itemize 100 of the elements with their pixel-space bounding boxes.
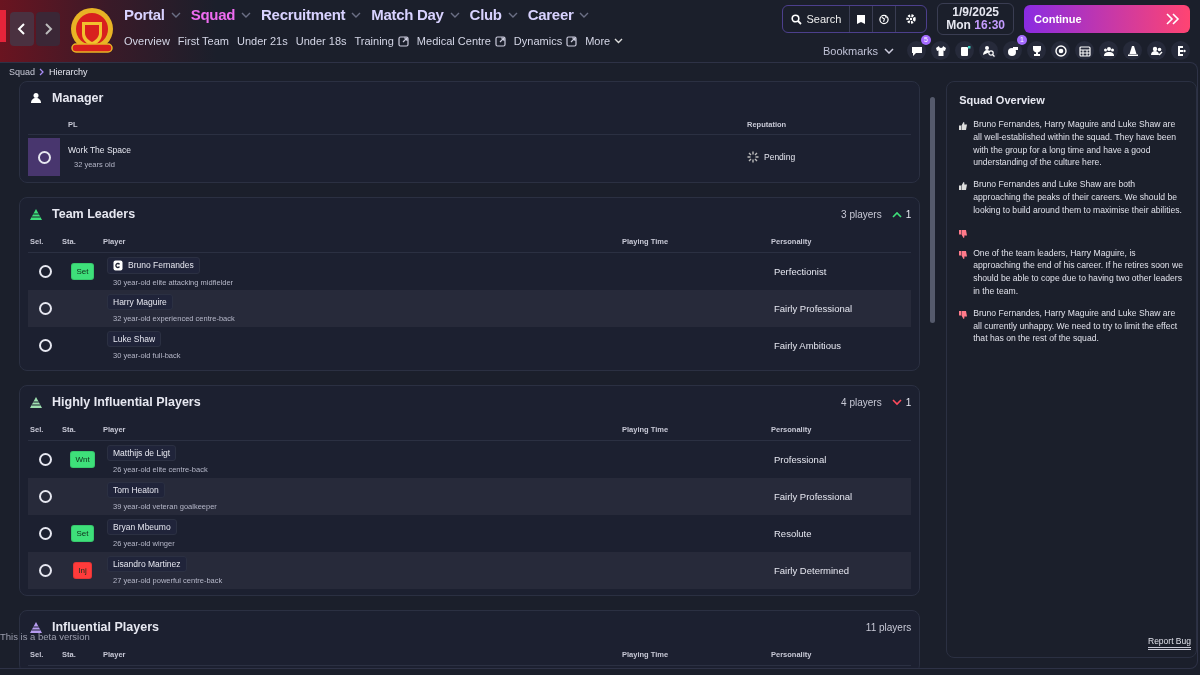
thumbs-up-icon <box>959 122 968 130</box>
select-radio[interactable] <box>38 339 52 352</box>
forward-button[interactable] <box>36 12 60 46</box>
accent-bar <box>0 10 6 42</box>
submenu-link[interactable]: First Team <box>177 35 229 47</box>
player-count: 4 players <box>841 396 882 408</box>
external-link-icon <box>566 35 578 47</box>
submenu-link[interactable]: Under 21s <box>237 35 288 47</box>
bookmarks-dropdown[interactable]: Bookmarks <box>816 43 900 58</box>
trend-icon <box>891 210 902 218</box>
breadcrumb-current: Hierarchy <box>49 67 88 77</box>
captain-icon <box>113 259 123 271</box>
submenu-link[interactable]: Training <box>354 35 409 47</box>
beta-notice: This is a beta version <box>0 631 90 642</box>
select-radio[interactable] <box>38 302 52 315</box>
overview-note: Bruno Fernandes, Harry Maguire and Luke Shaw are all well-established within the squad. They have been with the group for a long time and have a good understanding of the culture here. <box>973 118 1178 170</box>
trend-value: 1 <box>905 208 912 220</box>
bookmark-icon <box>856 13 867 25</box>
caret-icon <box>170 11 181 18</box>
thumbs-down-icon <box>959 310 968 319</box>
manager-icon <box>30 92 42 104</box>
continue-button[interactable]: Continue <box>1024 5 1190 33</box>
trophy-icon[interactable] <box>1030 44 1043 57</box>
section-title: Highly Influential Players <box>52 395 202 409</box>
player-name[interactable]: Matthijs de Ligt <box>107 445 177 461</box>
section-title: Influential Players <box>52 620 160 634</box>
select-radio[interactable] <box>38 527 52 540</box>
thumbs-up-icon <box>959 182 968 191</box>
player-count: 3 players <box>841 208 882 220</box>
submenu-link[interactable]: Overview <box>124 35 170 47</box>
cone-icon[interactable] <box>1126 44 1139 57</box>
search-icon <box>791 13 803 25</box>
reputation-value: Pending <box>764 152 796 162</box>
overview-note: Bruno Fernandes, Harry Maguire and Luke Shaw are all currently unhappy. We need to try to limit the effect that has on the rest of the squad. <box>973 306 1179 346</box>
chevron-right-icon <box>43 23 53 35</box>
target-icon[interactable] <box>1054 44 1067 57</box>
player-name[interactable]: Luke Shaw <box>107 331 162 347</box>
submenu-link[interactable]: Under 18s <box>295 35 347 47</box>
external-link-icon <box>397 35 409 47</box>
player-name[interactable]: Lisandro Martinez <box>107 556 187 572</box>
group-icon[interactable] <box>1102 44 1115 57</box>
personality-value: Fairly Ambitious <box>773 340 843 351</box>
section-title: Team Leaders <box>52 207 137 221</box>
scout-icon[interactable] <box>982 44 995 57</box>
caret-icon <box>351 11 362 18</box>
whistle-icon[interactable] <box>1006 44 1019 57</box>
game-date: 1/9/2025 <box>952 6 999 19</box>
caret-icon <box>614 38 624 44</box>
select-radio[interactable] <box>38 490 52 503</box>
submenu-link[interactable]: More <box>585 35 624 47</box>
external-link-icon <box>494 35 506 47</box>
select-radio[interactable] <box>37 150 51 164</box>
caret-icon <box>449 11 460 18</box>
report-bug-link[interactable]: Report Bug <box>1148 636 1191 650</box>
select-radio[interactable] <box>38 453 52 466</box>
manager-name[interactable]: Work The Space <box>68 145 747 155</box>
panel-title: Squad Overview <box>959 94 1046 106</box>
overview-note: One of the team leaders, Harry Maguire, is approaching the end of his career. If he retires soon we should be able to cope due to having two other leaders in the team. <box>973 246 1184 298</box>
submenu-link[interactable]: Dynamics <box>513 35 578 47</box>
shirt-icon[interactable] <box>934 44 947 57</box>
player-name[interactable]: Harry Maguire <box>107 294 173 310</box>
breadcrumb-link[interactable]: Squad <box>9 67 36 77</box>
personality-value: Fairly Professional <box>773 491 854 502</box>
status-tag: Set <box>71 525 94 542</box>
menu-tab[interactable]: Squad <box>190 6 252 23</box>
caret-icon <box>507 11 518 18</box>
player-count: 11 players <box>865 621 912 633</box>
people-icon[interactable] <box>1150 44 1163 57</box>
thumbs-down-icon <box>959 250 968 259</box>
menu-tab[interactable]: Career <box>527 6 590 23</box>
submenu-link[interactable]: Medical Centre <box>416 35 506 47</box>
settings-icon <box>905 13 918 25</box>
player-name[interactable]: Bryan Mbeumo <box>107 519 177 535</box>
chevron-left-icon <box>17 23 27 35</box>
status-tag: Set <box>71 263 94 280</box>
player-name[interactable]: Tom Heaton <box>107 482 165 498</box>
card-icon[interactable] <box>958 44 971 57</box>
scrollbar-thumb[interactable] <box>930 97 936 323</box>
double-chevron-icon <box>1166 13 1180 25</box>
menu-tab[interactable]: Portal <box>124 6 181 23</box>
back-button[interactable] <box>10 12 34 46</box>
select-radio[interactable] <box>38 564 52 577</box>
caret-icon <box>579 11 590 18</box>
status-tag: Wnt <box>70 451 95 468</box>
section-title: Manager <box>52 91 105 105</box>
personality-value: Professional <box>773 454 828 465</box>
select-radio[interactable] <box>38 265 52 278</box>
loading-icon <box>747 151 759 163</box>
chevron-icon <box>39 68 46 76</box>
player-name[interactable]: Bruno Fernandes <box>107 256 200 274</box>
personality-value: Fairly Determined <box>773 565 850 576</box>
overview-note: Bruno Fernandes and Luke Shaw are both approaching the peaks of their careers. We should be looking to build around them to maximise their abilities. <box>973 178 1183 217</box>
menu-tab[interactable]: Match Day <box>371 6 460 23</box>
caret-icon <box>884 47 894 54</box>
menu-tab[interactable]: Recruitment <box>261 6 362 23</box>
thumbs-down-icon <box>959 229 968 238</box>
menu-tab[interactable]: Club <box>469 6 518 23</box>
chat-icon[interactable] <box>910 44 923 57</box>
trend-icon <box>891 398 902 406</box>
calendar-icon[interactable] <box>1078 44 1091 57</box>
